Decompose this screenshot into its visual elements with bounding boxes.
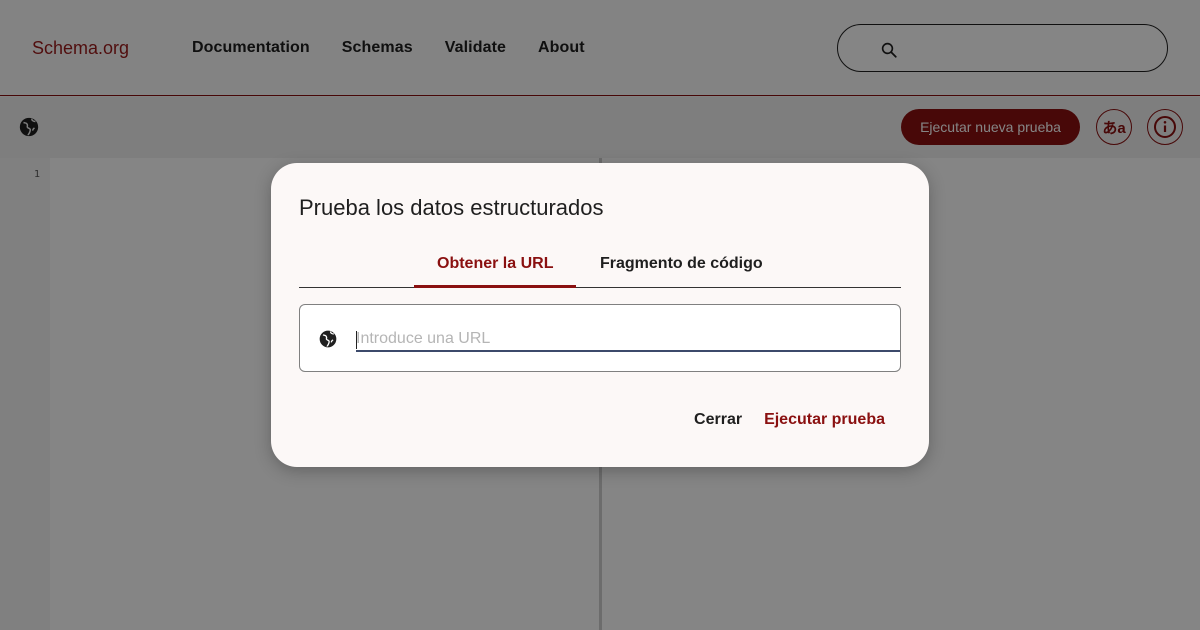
globe-icon [319, 330, 337, 348]
text-caret [356, 331, 357, 349]
tab-fetch-url[interactable]: Obtener la URL [437, 255, 553, 273]
close-button[interactable]: Cerrar [694, 411, 742, 429]
tab-code-snippet[interactable]: Fragmento de código [600, 255, 763, 273]
dialog-actions: Cerrar Ejecutar prueba [694, 411, 885, 429]
url-field[interactable] [299, 304, 901, 372]
dialog-title: Prueba los datos estructurados [299, 195, 604, 220]
dialog-tabs: Obtener la URL Fragmento de código [299, 243, 901, 288]
active-tab-indicator [414, 285, 576, 288]
test-dialog: Prueba los datos estructurados Obtener l… [271, 163, 929, 467]
run-test-button[interactable]: Ejecutar prueba [764, 411, 885, 429]
url-input[interactable] [356, 327, 900, 352]
